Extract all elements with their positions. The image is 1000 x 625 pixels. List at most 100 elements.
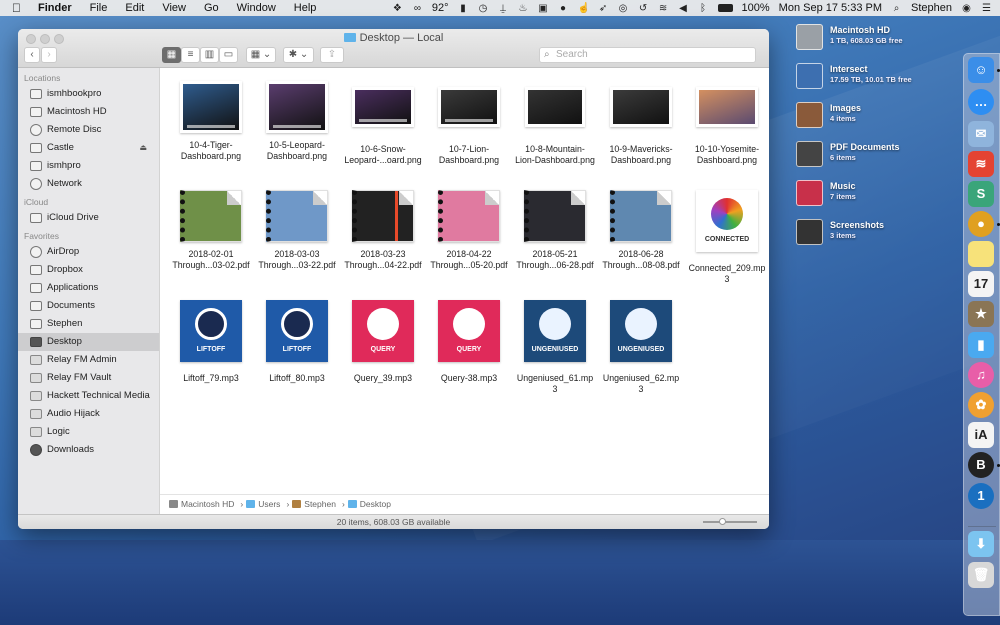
dock-notes-icon[interactable]: [968, 241, 994, 267]
time-machine-icon[interactable]: ↺: [638, 3, 649, 14]
desktop-item-macintosh-hd[interactable]: Macintosh HD 1 TB, 608.03 GB free: [796, 24, 966, 54]
file-item[interactable]: 2018-05-21 Through...06-28.pdf: [512, 190, 598, 271]
dock-itunes-icon[interactable]: ♫: [968, 362, 994, 388]
menu-view[interactable]: View: [162, 2, 186, 14]
hand-icon[interactable]: ☝: [578, 3, 590, 14]
slider-knob[interactable]: [718, 518, 726, 525]
menu-app-finder[interactable]: Finder: [38, 2, 72, 14]
rocket-icon[interactable]: ➶: [598, 3, 609, 14]
forward-button[interactable]: ›: [41, 47, 57, 63]
share-button[interactable]: ⇪: [320, 47, 344, 63]
back-button[interactable]: ‹: [24, 47, 40, 63]
dock-one-password-icon[interactable]: 1: [968, 483, 994, 509]
sidebar-item-stephen[interactable]: Stephen: [18, 315, 159, 333]
column-view-button[interactable]: ▥: [200, 47, 219, 63]
file-item[interactable]: 10-6-Snow- Leopard-...oard.png: [340, 81, 426, 166]
sidebar-item-audio-hijack[interactable]: Audio Hijack: [18, 405, 159, 423]
file-item[interactable]: UNGENIUSED Ungeniused_61.mp 3: [512, 300, 598, 395]
file-item[interactable]: LIFTOFF Liftoff_80.mp3: [254, 300, 340, 384]
menu-go[interactable]: Go: [204, 2, 219, 14]
icon-view-button[interactable]: ▦: [162, 47, 181, 63]
file-item[interactable]: CONNECTED Connected_209.mp 3: [684, 190, 769, 285]
sidebar-item-dropbox[interactable]: Dropbox: [18, 261, 159, 279]
clock-icon[interactable]: ◷: [478, 3, 489, 14]
file-item[interactable]: 2018-03-23 Through...04-22.pdf: [340, 190, 426, 271]
desktop-item-intersect[interactable]: Intersect 17.59 TB, 10.01 TB free: [796, 63, 966, 93]
siri-icon[interactable]: ◉: [961, 3, 972, 14]
sidebar-item-logic[interactable]: Logic: [18, 423, 159, 441]
weather-temperature[interactable]: 92°: [432, 2, 449, 14]
leaf-icon[interactable]: ●: [558, 3, 569, 14]
dock-mail-icon[interactable]: ✉: [968, 121, 994, 147]
file-item[interactable]: QUERY Query_39.mp3: [340, 300, 426, 384]
creative-cloud-icon[interactable]: ∞: [412, 3, 423, 14]
action-gear-button[interactable]: ✱ ⌄: [283, 47, 314, 63]
sidebar-item-hackett-technical-media[interactable]: Hackett Technical Media: [18, 387, 159, 405]
dock-downloads-icon[interactable]: ⬇: [968, 531, 994, 557]
one-password-icon[interactable]: ◎: [618, 3, 629, 14]
list-view-button[interactable]: ≡: [181, 47, 200, 63]
battery-percent[interactable]: 100%: [742, 2, 770, 14]
sidebar-item-remote-disc[interactable]: Remote Disc: [18, 121, 159, 139]
dock-trash-icon[interactable]: 🗑: [968, 562, 994, 588]
dock-finder-icon[interactable]: ☺: [968, 57, 994, 83]
menu-help[interactable]: Help: [294, 2, 317, 14]
file-item[interactable]: 10-5-Leopard- Dashboard.png: [254, 81, 340, 162]
sidebar-item-documents[interactable]: Documents: [18, 297, 159, 315]
menu-window[interactable]: Window: [237, 2, 276, 14]
desktop-item-music[interactable]: Music 7 items: [796, 180, 966, 210]
spotlight-search-icon[interactable]: ⌕: [891, 3, 902, 14]
bluetooth-icon[interactable]: ᛒ: [698, 3, 709, 14]
dropbox-icon[interactable]: ❖: [392, 3, 403, 14]
battery-icon[interactable]: [717, 4, 733, 12]
apple-menu-icon[interactable]: : [12, 1, 26, 15]
dock-bear-icon[interactable]: B: [968, 452, 994, 478]
search-input[interactable]: ⌕ Search: [539, 47, 756, 63]
icon-size-slider[interactable]: [703, 518, 757, 525]
menu-file[interactable]: File: [90, 2, 108, 14]
sidebar-item-desktop[interactable]: Desktop: [18, 333, 159, 351]
desktop-item-images[interactable]: Images 4 items: [796, 102, 966, 132]
sidebar-item-downloads[interactable]: Downloads: [18, 441, 159, 459]
wifi-icon[interactable]: ≋: [658, 3, 669, 14]
path-segment[interactable]: Stephen: [292, 499, 339, 509]
sidebar-item-applications[interactable]: Applications: [18, 279, 159, 297]
dock-deliveries-icon[interactable]: ★: [968, 301, 994, 327]
dock-photos-icon[interactable]: ✿: [968, 392, 994, 418]
file-item[interactable]: 2018-04-22 Through...05-20.pdf: [426, 190, 512, 271]
file-item[interactable]: 2018-02-01 Through...03-02.pdf: [168, 190, 254, 271]
dock-day-one-icon[interactable]: ▮: [968, 332, 994, 358]
sidebar-item-ismhbookpro[interactable]: ismhbookpro: [18, 85, 159, 103]
sling-icon[interactable]: ⍊: [498, 3, 509, 14]
file-item[interactable]: 10-4-Tiger- Dashboard.png: [168, 81, 254, 162]
file-item[interactable]: 10-8-Mountain- Lion-Dashboard.png: [512, 81, 598, 166]
file-item[interactable]: 2018-06-28 Through...08-08.pdf: [598, 190, 684, 271]
flame-icon[interactable]: ♨: [518, 3, 529, 14]
file-item[interactable]: 2018-03-03 Through...03-22.pdf: [254, 190, 340, 271]
sidebar-item-ismhpro[interactable]: ismhpro: [18, 157, 159, 175]
sidebar-item-airdrop[interactable]: AirDrop: [18, 243, 159, 261]
clock-datetime[interactable]: Mon Sep 17 5:33 PM: [779, 2, 882, 14]
sidebar-item-relay-fm-vault[interactable]: Relay FM Vault: [18, 369, 159, 387]
desktop-item-screenshots[interactable]: Screenshots 3 items: [796, 219, 966, 249]
file-item[interactable]: 10-10-Yosemite- Dashboard.png: [684, 81, 769, 166]
sidebar-item-relay-fm-admin[interactable]: Relay FM Admin: [18, 351, 159, 369]
eject-icon[interactable]: ⏏: [139, 139, 147, 157]
path-segment[interactable]: Desktop: [347, 499, 394, 509]
gallery-view-button[interactable]: ▭: [219, 47, 238, 63]
desktop-item-pdf-documents[interactable]: PDF Documents 6 items: [796, 141, 966, 171]
sidebar-item-icloud-drive[interactable]: iCloud Drive: [18, 209, 159, 227]
q-icon[interactable]: ▣: [538, 3, 549, 14]
file-item[interactable]: 10-9-Mavericks- Dashboard.png: [598, 81, 684, 166]
file-item[interactable]: LIFTOFF Liftoff_79.mp3: [168, 300, 254, 384]
file-item[interactable]: 10-7-Lion- Dashboard.png: [426, 81, 512, 166]
file-item[interactable]: UNGENIUSED Ungeniused_62.mp 3: [598, 300, 684, 395]
sidebar-item-macintosh-hd[interactable]: Macintosh HD: [18, 103, 159, 121]
dock-chrome-icon[interactable]: ●: [968, 211, 994, 237]
sidebar-item-network[interactable]: Network: [18, 175, 159, 193]
user-menu[interactable]: Stephen: [911, 2, 952, 14]
path-segment[interactable]: Users: [246, 499, 283, 509]
dock-ia-writer-icon[interactable]: iA: [968, 422, 994, 448]
dock-calendar-icon[interactable]: 17: [968, 271, 994, 297]
notification-center-icon[interactable]: ☰: [981, 3, 992, 14]
